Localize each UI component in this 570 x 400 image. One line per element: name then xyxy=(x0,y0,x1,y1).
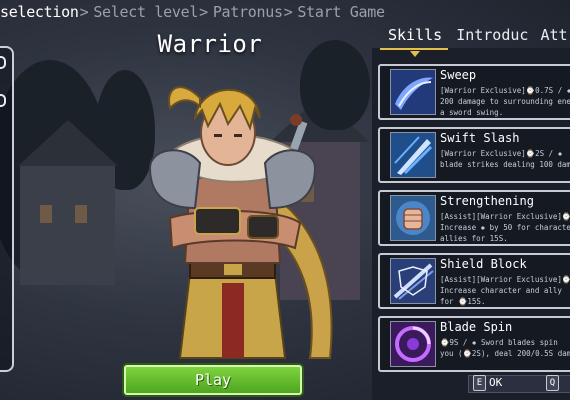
breadcrumb-item-start-game[interactable]: Start Game xyxy=(297,3,385,21)
skill-description: ⌚9S / ✹ Sword blades spin you (⌚2S), dea… xyxy=(440,338,570,358)
blade-spin-icon xyxy=(390,321,436,367)
ok-hint-label: OK xyxy=(489,376,503,389)
warrior-character-art xyxy=(148,86,333,359)
key-q-icon[interactable]: Q xyxy=(546,375,559,391)
active-tab-underline xyxy=(380,48,448,50)
breadcrumb-item-selection[interactable]: selection xyxy=(0,3,79,21)
swift-slash-icon xyxy=(390,132,436,178)
skill-card-shield-block[interactable]: Shield Block [Assist][Warrior Exclusive]… xyxy=(378,253,570,309)
sweep-icon xyxy=(390,69,436,115)
info-tabs: Skills Introduc Att xyxy=(380,26,570,44)
tab-skills[interactable]: Skills xyxy=(388,26,442,44)
background-house xyxy=(20,165,115,285)
slot-marker xyxy=(0,94,6,107)
tab-attributes[interactable]: Att xyxy=(540,26,567,44)
skill-description: [Assist][Warrior Exclusive]⌚ Increase ch… xyxy=(440,275,570,306)
breadcrumb: selection > Select level > Patronus > St… xyxy=(0,2,385,22)
skill-name: Blade Spin xyxy=(440,320,513,334)
active-tab-caret xyxy=(410,51,420,57)
skill-description: [Warrior Exclusive]⌚2S / ✹ blade strikes… xyxy=(440,149,570,169)
character-slot-panel[interactable] xyxy=(0,46,14,372)
skill-card-sweep[interactable]: Sweep [Warrior Exclusive]⌚0.7S / ✹ 200 d… xyxy=(378,64,570,120)
play-button[interactable]: Play xyxy=(124,365,302,395)
skill-list: Sweep [Warrior Exclusive]⌚0.7S / ✹ 200 d… xyxy=(378,64,570,379)
background-window xyxy=(40,205,52,223)
skill-name: Strengthening xyxy=(440,194,534,208)
skill-description: [Assist][Warrior Exclusive]⌚ Increase ✹ … xyxy=(440,212,570,243)
breadcrumb-item-select-level[interactable]: Select level xyxy=(93,3,198,21)
breadcrumb-separator: > xyxy=(283,3,293,21)
skill-name: Swift Slash xyxy=(440,131,520,145)
skill-name: Shield Block xyxy=(440,257,527,271)
skill-card-strengthening[interactable]: Strengthening [Assist][Warrior Exclusive… xyxy=(378,190,570,246)
background-window xyxy=(75,205,87,223)
skill-description: [Warrior Exclusive]⌚0.7S / ✹ 200 damage … xyxy=(440,86,570,117)
background-roof xyxy=(18,120,118,166)
tab-introduction[interactable]: Introduc xyxy=(456,26,528,44)
key-e-icon[interactable]: E xyxy=(473,375,486,391)
shield-block-icon xyxy=(390,258,436,304)
skill-name: Sweep xyxy=(440,68,477,82)
character-name: Warrior xyxy=(157,30,263,58)
breadcrumb-item-patronus[interactable]: Patronus xyxy=(213,3,283,21)
breadcrumb-separator: > xyxy=(79,3,89,21)
skill-card-blade-spin[interactable]: Blade Spin ⌚9S / ✹ Sword blades spin you… xyxy=(378,316,570,372)
fist-icon xyxy=(390,195,436,241)
skill-card-swift-slash[interactable]: Swift Slash [Warrior Exclusive]⌚2S / ✹ b… xyxy=(378,127,570,183)
slot-marker xyxy=(0,56,6,69)
breadcrumb-separator: > xyxy=(199,3,208,21)
